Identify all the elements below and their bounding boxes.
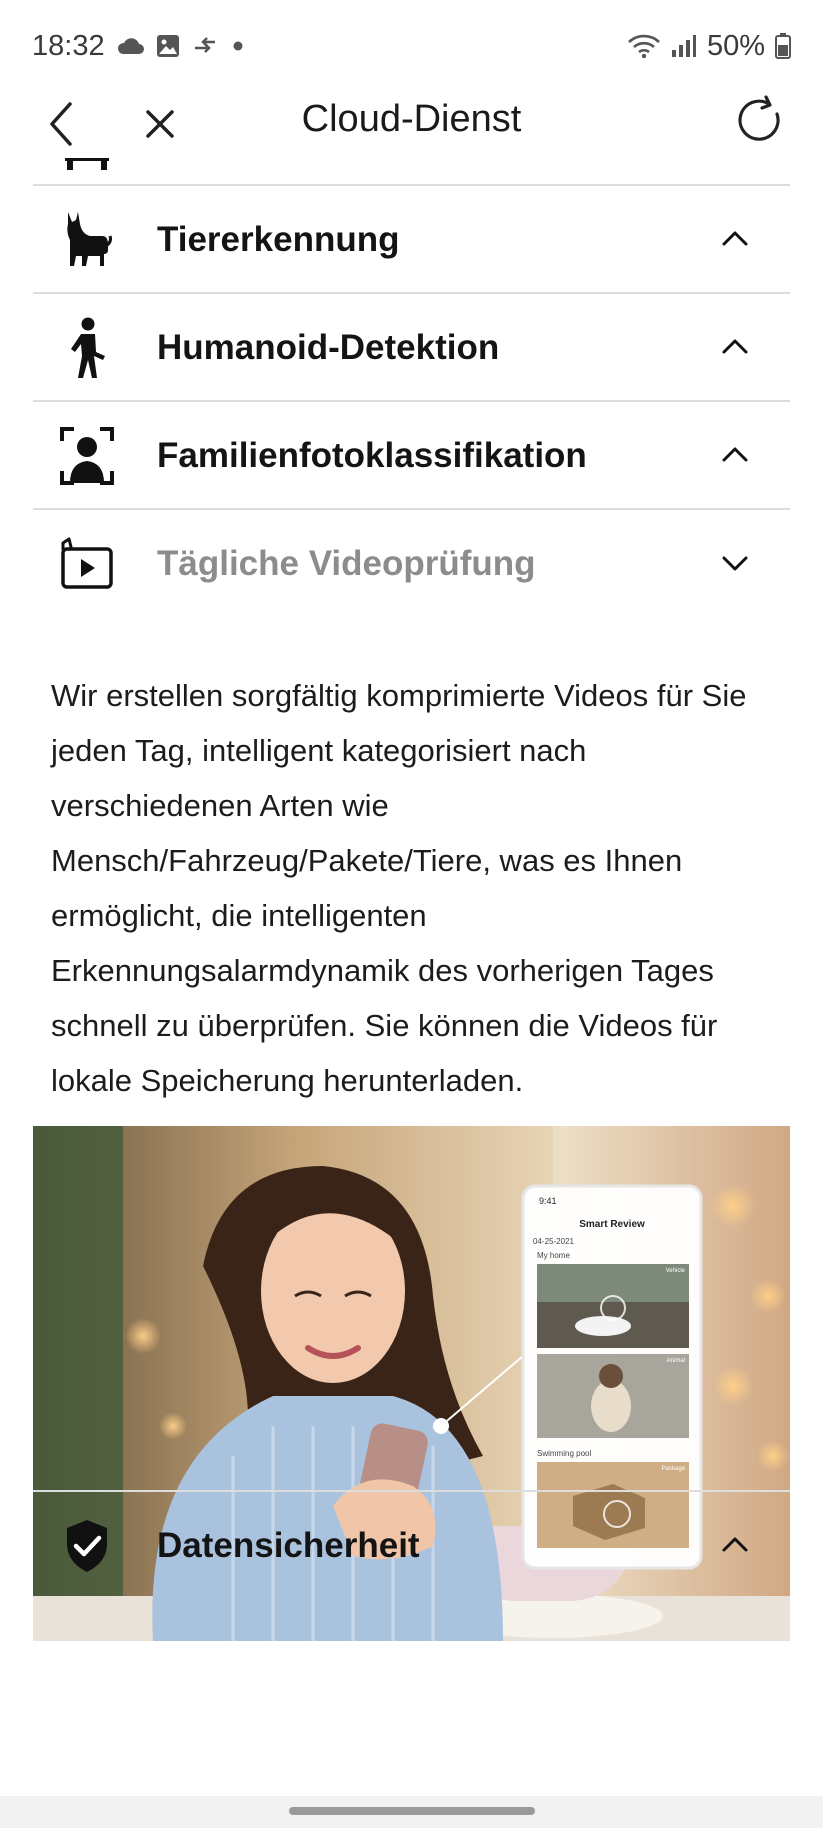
section-description: Wir erstellen sorgfältig komprimierte Vi… (51, 678, 747, 1098)
chevron-up-icon (720, 224, 750, 254)
tag-animal: Animal (667, 1358, 685, 1364)
chevron-up-icon (720, 1530, 750, 1560)
app-bar: Cloud-Dienst (0, 88, 823, 158)
status-left: 18:32 (32, 30, 247, 63)
group-label-pool: Swimming pool (537, 1449, 591, 1458)
car-icon (59, 158, 115, 182)
phone-time: 9:41 (539, 1196, 557, 1206)
home-gesture-bar[interactable] (289, 1807, 535, 1815)
battery-icon (775, 33, 791, 59)
refresh-button[interactable] (733, 94, 789, 150)
section-label: Datensicherheit (157, 1526, 420, 1565)
section-label: Tiererkennung (157, 220, 400, 259)
refresh-icon (738, 95, 780, 141)
section-label: Familienfotoklassifikation (157, 436, 587, 475)
phone-title: Smart Review (579, 1219, 645, 1230)
clock: 18:32 (32, 29, 105, 62)
signal-icon (671, 34, 697, 58)
section-row-datensicherheit[interactable]: Datensicherheit (33, 1490, 790, 1598)
section-row-tiererkennung[interactable]: Tiererkennung (33, 186, 790, 294)
page-title: Cloud-Dienst (301, 98, 522, 140)
back-button[interactable] (42, 100, 82, 148)
group-label-home: My home (537, 1251, 570, 1260)
chevron-up-icon (720, 332, 750, 362)
video-play-icon (59, 536, 115, 592)
face-scan-icon (59, 427, 115, 485)
chevron-left-icon (50, 102, 72, 146)
status-bar: 18:32 50% (0, 0, 823, 92)
status-right: 50% (627, 30, 791, 63)
section-row-partial[interactable] (33, 158, 790, 186)
phone-date: 04-25-2021 (533, 1237, 574, 1246)
wifi-icon (627, 33, 661, 59)
navigation-bar (0, 1796, 823, 1828)
transfer-icon (191, 34, 219, 58)
person-walking-icon (59, 317, 115, 378)
dot-icon (229, 37, 247, 55)
cloud-icon (115, 36, 145, 56)
cat-icon (59, 212, 115, 268)
tag-package: Package (662, 1466, 686, 1472)
section-row-humanoid-detektion[interactable]: Humanoid-Detektion (33, 294, 790, 402)
close-button[interactable] (140, 102, 180, 146)
close-icon (146, 110, 174, 138)
image-icon (155, 33, 181, 59)
shield-check-icon (59, 1518, 115, 1574)
chevron-down-icon (720, 548, 750, 578)
tag-vehicle: Vehicle (666, 1268, 686, 1274)
section-row-familienfotoklassifikation[interactable]: Familienfotoklassifikation (33, 402, 790, 510)
section-label: Tägliche Videoprüfung (157, 544, 536, 583)
section-row-taegliche-videopruefung[interactable]: Tägliche Videoprüfung (33, 510, 790, 618)
battery-percent: 50% (706, 29, 765, 62)
content-scroll[interactable]: Tiererkennung Humanoid-Detektion Familie… (0, 158, 823, 1796)
section-label: Humanoid-Detektion (157, 328, 500, 367)
chevron-up-icon (720, 440, 750, 470)
